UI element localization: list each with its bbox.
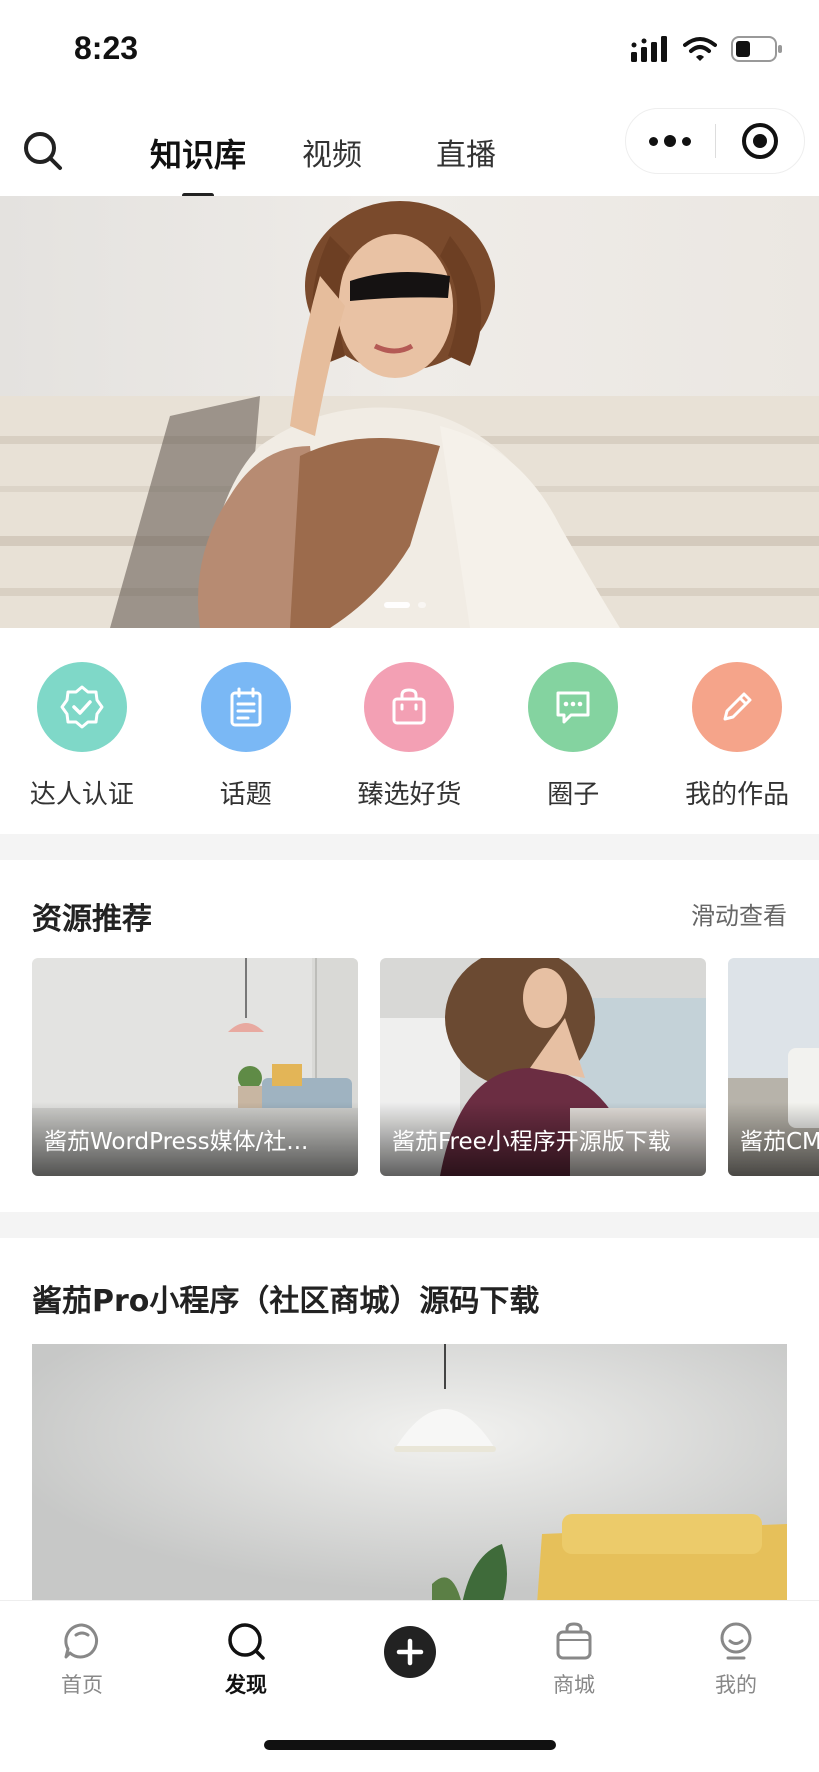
resource-card[interactable]: 酱茄WordPress媒体/社... <box>32 958 358 1176</box>
more-dots-icon <box>649 136 659 146</box>
user-icon <box>720 1622 752 1660</box>
close-miniprogram-button[interactable] <box>716 108 805 174</box>
notepad-icon <box>230 687 262 727</box>
banner-image <box>0 196 819 628</box>
resource-carousel[interactable]: 酱茄WordPress媒体/社... 酱茄Free小程序开源版下载 酱茄CMS <box>32 958 819 1176</box>
badge-check-icon <box>60 685 104 729</box>
top-tabs: 知识库 视频 直播 <box>150 122 552 184</box>
tabbar-label: 发现 <box>225 1673 267 1697</box>
quick-label: 话题 <box>219 780 272 810</box>
wifi-icon <box>683 37 717 61</box>
quick-icon-bg <box>364 662 455 752</box>
resource-caption: 酱茄Free小程序开源版下载 <box>380 1102 706 1176</box>
tabbar-item-discover[interactable]: 发现 <box>186 1619 306 1699</box>
banner-carousel[interactable] <box>0 196 819 628</box>
quick-action-my-works[interactable]: 我的作品 <box>655 628 819 834</box>
resource-caption: 酱茄CMS <box>728 1102 819 1176</box>
pencil-icon <box>723 692 752 721</box>
article-cover[interactable] <box>32 1344 787 1604</box>
banner-indicator <box>384 602 426 608</box>
quick-icon-bg <box>528 662 619 752</box>
status-time: 8:23 <box>74 30 139 66</box>
home-indicator <box>264 1740 556 1750</box>
quick-label: 臻选好货 <box>357 780 462 810</box>
section-divider <box>0 834 819 860</box>
resource-card[interactable]: 酱茄Free小程序开源版下载 <box>380 958 706 1176</box>
top-nav: 知识库 视频 直播 <box>0 100 819 196</box>
tab-live[interactable]: 直播 <box>436 122 496 184</box>
quick-icon-bg <box>692 662 783 752</box>
more-button[interactable] <box>626 108 715 174</box>
section-title: 资源推荐 <box>32 902 152 937</box>
quick-action-topics[interactable]: 话题 <box>164 628 328 834</box>
quick-action-goods[interactable]: 臻选好货 <box>328 628 492 834</box>
tabbar-item-home[interactable]: 首页 <box>22 1619 142 1699</box>
banner-dot-active <box>384 602 410 608</box>
swipe-hint[interactable]: 滑动查看 <box>691 896 787 931</box>
chat-circle-icon <box>64 1623 98 1659</box>
quick-icon-bg <box>200 662 291 752</box>
quick-label: 我的作品 <box>685 780 790 810</box>
article-title[interactable]: 酱茄Pro小程序（社区商城）源码下载 <box>32 1276 539 1320</box>
quick-icon-bg <box>36 662 127 752</box>
article-image <box>32 1344 787 1604</box>
quick-action-certification[interactable]: 达人认证 <box>0 628 164 834</box>
banner-dot <box>418 602 426 608</box>
status-bar: 8:23 <box>0 0 819 100</box>
shopping-bag-icon <box>392 688 426 725</box>
search-icon <box>228 1623 265 1660</box>
search-button[interactable] <box>20 128 68 176</box>
target-icon <box>741 123 778 159</box>
tabbar-label: 商城 <box>553 1673 595 1697</box>
tabbar-item-mine[interactable]: 我的 <box>676 1619 796 1699</box>
plus-circle-icon <box>384 1626 436 1678</box>
battery-icon <box>731 36 782 62</box>
resource-card[interactable]: 酱茄CMS <box>728 958 819 1176</box>
chat-bubble-icon <box>556 691 590 724</box>
tabbar-label: 我的 <box>715 1673 757 1697</box>
miniprogram-capsule <box>625 108 805 174</box>
quick-label: 达人认证 <box>29 780 134 810</box>
tab-video[interactable]: 视频 <box>302 122 362 184</box>
search-icon <box>24 132 62 170</box>
tabbar-item-mall[interactable]: 商城 <box>514 1619 634 1699</box>
resource-caption: 酱茄WordPress媒体/社... <box>32 1102 358 1176</box>
signal-icon <box>631 36 667 62</box>
quick-actions: 达人认证 话题 臻选好货 圈子 我的作品 <box>0 628 819 834</box>
status-icons <box>631 36 783 62</box>
tab-knowledge[interactable]: 知识库 <box>150 122 246 184</box>
quick-label: 圈子 <box>547 780 600 810</box>
tabbar-item-publish[interactable] <box>350 1625 470 1679</box>
tabbar-label: 首页 <box>61 1673 103 1697</box>
quick-action-circle[interactable]: 圈子 <box>491 628 655 834</box>
section-divider <box>0 1212 819 1238</box>
bag-icon <box>556 1622 592 1660</box>
